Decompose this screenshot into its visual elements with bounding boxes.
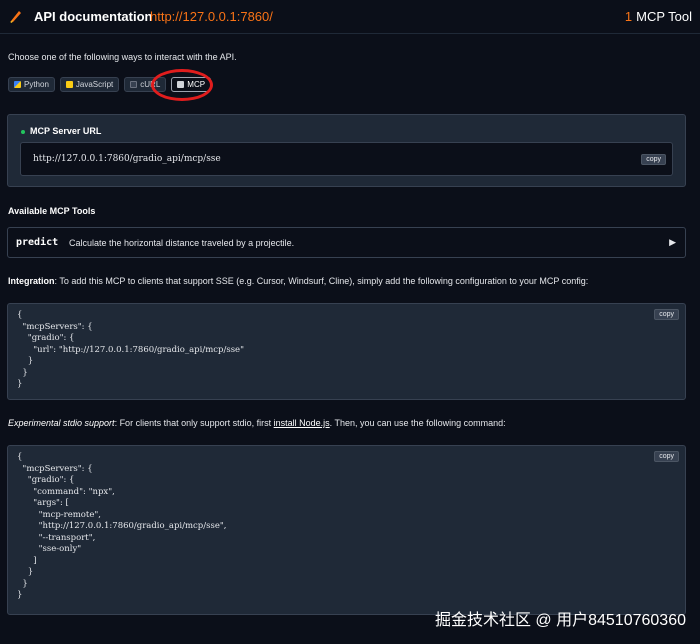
experimental-text: Experimental stdio support: For clients … [8, 418, 506, 428]
tool-count: 1 MCP Tool [625, 9, 692, 24]
integration-code-block: { "mcpServers": { "gradio": { "url": "ht… [7, 303, 686, 400]
copy-integration-button[interactable]: copy [654, 309, 679, 320]
header: API documentation http://127.0.0.1:7860/… [0, 0, 700, 34]
python-icon [14, 81, 21, 88]
mcp-server-label-text: MCP Server URL [30, 126, 102, 136]
experimental-body-before: : For clients that only support stdio, f… [114, 418, 274, 428]
tool-row-predict[interactable]: predict Calculate the horizontal distanc… [7, 227, 686, 258]
tool-description: Calculate the horizontal distance travel… [69, 238, 295, 248]
install-nodejs-link[interactable]: install Node.js [274, 418, 330, 428]
javascript-icon [65, 81, 73, 88]
tab-python-label: Python [24, 80, 49, 89]
watermark: 掘金技术社区 @ 用户84510760360 [434, 612, 686, 629]
expand-arrow-icon[interactable]: ▶ [669, 237, 676, 248]
mcp-server-url: http://127.0.0.1:7860/gradio_api/mcp/sse [33, 154, 221, 164]
curl-icon [130, 81, 138, 88]
stdio-code: { "mcpServers": { "gradio": { "command":… [17, 452, 227, 600]
copy-stdio-button[interactable]: copy [654, 451, 679, 462]
gradio-logo-icon [10, 11, 21, 23]
tool-count-number: 1 [624, 9, 633, 24]
intro-text: Choose one of the following ways to inte… [8, 52, 237, 62]
integration-label: Integration [8, 276, 55, 286]
status-dot-icon [21, 129, 25, 134]
tool-count-label: MCP Tool [636, 9, 692, 24]
mcp-server-label: MCP Server URL [21, 126, 101, 136]
copy-url-button[interactable]: copy [641, 154, 666, 165]
page-title: API documentation [34, 9, 153, 24]
integration-body: : To add this MCP to clients that suppor… [54, 276, 589, 286]
tool-name: predict [16, 237, 59, 248]
stdio-code-block: { "mcpServers": { "gradio": { "command":… [7, 445, 686, 615]
mcp-server-url-box: http://127.0.0.1:7860/gradio_api/mcp/sse… [20, 142, 673, 176]
tab-javascript[interactable]: JavaScript [59, 77, 120, 92]
highlight-circle [151, 69, 213, 101]
tab-python[interactable]: Python [8, 77, 55, 92]
available-tools-title: Available MCP Tools [8, 206, 96, 216]
tab-javascript-label: JavaScript [75, 80, 114, 89]
integration-text: Integration: To add this MCP to clients … [8, 276, 588, 286]
experimental-label: Experimental stdio support [8, 418, 115, 428]
integration-code: { "mcpServers": { "gradio": { "url": "ht… [17, 310, 244, 389]
experimental-body-after: . Then, you can use the following comman… [329, 418, 506, 428]
app-url: http://127.0.0.1:7860/ [150, 9, 273, 24]
mcp-server-panel: MCP Server URL http://127.0.0.1:7860/gra… [7, 114, 686, 187]
